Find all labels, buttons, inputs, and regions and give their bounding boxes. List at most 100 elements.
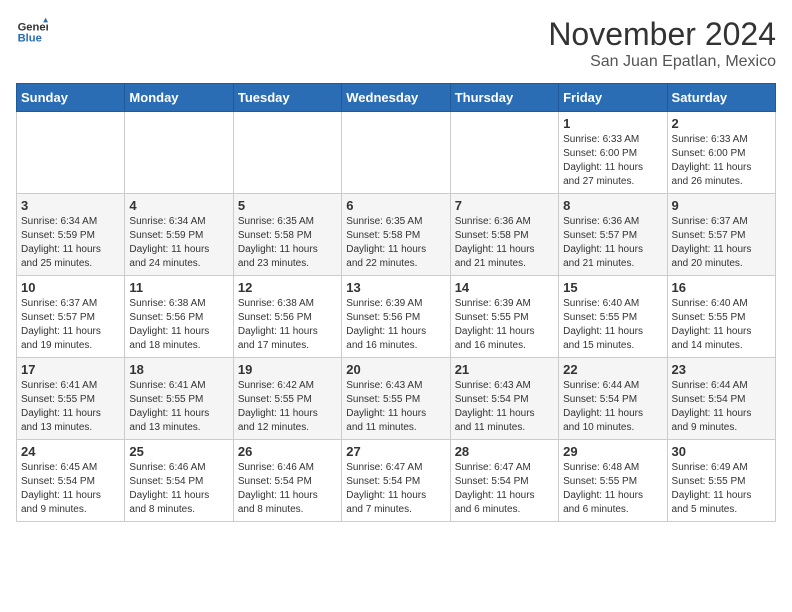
- day-info: Sunrise: 6:46 AM Sunset: 5:54 PM Dayligh…: [238, 461, 337, 517]
- day-info: Sunrise: 6:44 AM Sunset: 5:54 PM Dayligh…: [672, 379, 771, 435]
- calendar-day-cell: [17, 112, 125, 194]
- calendar-day-cell: 29 Sunrise: 6:48 AM Sunset: 5:55 PM Dayli…: [559, 440, 667, 522]
- calendar-day-cell: 21Sunrise: 6:43 AM Sunset: 5:54 PM Dayli…: [450, 358, 558, 440]
- day-number: 27: [346, 444, 445, 459]
- day-number: 25: [129, 444, 228, 459]
- day-number: 2: [672, 116, 771, 131]
- day-number: 15: [563, 280, 662, 295]
- calendar-day-cell: [233, 112, 341, 194]
- location-subtitle: San Juan Epatlan, Mexico: [548, 53, 776, 71]
- day-number: 24: [21, 444, 120, 459]
- weekday-header: Monday: [125, 84, 233, 112]
- day-info: Sunrise: 6:45 AM Sunset: 5:54 PM Dayligh…: [21, 461, 120, 517]
- calendar-day-cell: 22 Sunrise: 6:44 AM Sunset: 5:54 PM Dayli…: [559, 358, 667, 440]
- day-info: Sunrise: 6:37 AM Sunset: 5:57 PM Dayligh…: [672, 215, 771, 271]
- calendar-week-row: 17 Sunrise: 6:41 AM Sunset: 5:55 PM Dayli…: [17, 358, 776, 440]
- calendar-day-cell: 20 Sunrise: 6:43 AM Sunset: 5:55 PM Dayli…: [342, 358, 450, 440]
- calendar-day-cell: 25 Sunrise: 6:46 AM Sunset: 5:54 PM Dayli…: [125, 440, 233, 522]
- day-info: Sunrise: 6:47 AM Sunset: 5:54 PM Dayligh…: [346, 461, 445, 517]
- weekday-header: Tuesday: [233, 84, 341, 112]
- day-info: Sunrise: 6:47 AM Sunset: 5:54 PM Dayligh…: [455, 461, 554, 517]
- day-number: 14: [455, 280, 554, 295]
- day-info: Sunrise: 6:46 AM Sunset: 5:54 PM Dayligh…: [129, 461, 228, 517]
- day-info: Sunrise: 6:40 AM Sunset: 5:55 PM Dayligh…: [672, 297, 771, 353]
- day-number: 8: [563, 198, 662, 213]
- calendar-day-cell: [450, 112, 558, 194]
- day-info: Sunrise: 6:33 AM Sunset: 6:00 PM Dayligh…: [563, 133, 662, 189]
- calendar-day-cell: 1 Sunrise: 6:33 AM Sunset: 6:00 PM Daylig…: [559, 112, 667, 194]
- day-number: 1: [563, 116, 662, 131]
- calendar-day-cell: [125, 112, 233, 194]
- svg-text:General: General: [18, 21, 48, 33]
- calendar-day-cell: 11Sunrise: 6:38 AM Sunset: 5:56 PM Dayli…: [125, 276, 233, 358]
- day-number: 7: [455, 198, 554, 213]
- day-info: Sunrise: 6:36 AM Sunset: 5:58 PM Dayligh…: [455, 215, 554, 271]
- weekday-row: SundayMondayTuesdayWednesdayThursdayFrid…: [17, 84, 776, 112]
- calendar-day-cell: 3 Sunrise: 6:34 AM Sunset: 5:59 PM Daylig…: [17, 194, 125, 276]
- calendar-table: SundayMondayTuesdayWednesdayThursdayFrid…: [16, 83, 776, 522]
- day-number: 6: [346, 198, 445, 213]
- day-number: 4: [129, 198, 228, 213]
- calendar-week-row: 1 Sunrise: 6:33 AM Sunset: 6:00 PM Daylig…: [17, 112, 776, 194]
- day-number: 23: [672, 362, 771, 377]
- calendar-day-cell: 28 Sunrise: 6:47 AM Sunset: 5:54 PM Dayli…: [450, 440, 558, 522]
- calendar-day-cell: 10Sunrise: 6:37 AM Sunset: 5:57 PM Dayli…: [17, 276, 125, 358]
- day-info: Sunrise: 6:39 AM Sunset: 5:56 PM Dayligh…: [346, 297, 445, 353]
- weekday-header: Friday: [559, 84, 667, 112]
- calendar-day-cell: 14Sunrise: 6:39 AM Sunset: 5:55 PM Dayli…: [450, 276, 558, 358]
- day-info: Sunrise: 6:34 AM Sunset: 5:59 PM Dayligh…: [21, 215, 120, 271]
- day-number: 29: [563, 444, 662, 459]
- calendar-day-cell: 7 Sunrise: 6:36 AM Sunset: 5:58 PM Daylig…: [450, 194, 558, 276]
- calendar-day-cell: 5 Sunrise: 6:35 AM Sunset: 5:58 PM Daylig…: [233, 194, 341, 276]
- day-number: 17: [21, 362, 120, 377]
- title-block: November 2024 San Juan Epatlan, Mexico: [548, 16, 776, 71]
- day-number: 22: [563, 362, 662, 377]
- day-number: 3: [21, 198, 120, 213]
- day-number: 16: [672, 280, 771, 295]
- svg-text:Blue: Blue: [18, 33, 42, 45]
- calendar-day-cell: 16 Sunrise: 6:40 AM Sunset: 5:55 PM Dayli…: [667, 276, 775, 358]
- month-year-title: November 2024: [548, 16, 776, 53]
- calendar-day-cell: 24 Sunrise: 6:45 AM Sunset: 5:54 PM Dayli…: [17, 440, 125, 522]
- calendar-day-cell: 13 Sunrise: 6:39 AM Sunset: 5:56 PM Dayli…: [342, 276, 450, 358]
- calendar-week-row: 24 Sunrise: 6:45 AM Sunset: 5:54 PM Dayli…: [17, 440, 776, 522]
- day-info: Sunrise: 6:36 AM Sunset: 5:57 PM Dayligh…: [563, 215, 662, 271]
- day-number: 19: [238, 362, 337, 377]
- day-info: Sunrise: 6:41 AM Sunset: 5:55 PM Dayligh…: [129, 379, 228, 435]
- weekday-header: Wednesday: [342, 84, 450, 112]
- weekday-header: Thursday: [450, 84, 558, 112]
- calendar-day-cell: 2Sunrise: 6:33 AM Sunset: 6:00 PM Daylig…: [667, 112, 775, 194]
- calendar-day-cell: 15Sunrise: 6:40 AM Sunset: 5:55 PM Dayli…: [559, 276, 667, 358]
- calendar-week-row: 3 Sunrise: 6:34 AM Sunset: 5:59 PM Daylig…: [17, 194, 776, 276]
- day-number: 18: [129, 362, 228, 377]
- day-number: 13: [346, 280, 445, 295]
- calendar-day-cell: 18 Sunrise: 6:41 AM Sunset: 5:55 PM Dayli…: [125, 358, 233, 440]
- day-number: 26: [238, 444, 337, 459]
- weekday-header: Saturday: [667, 84, 775, 112]
- day-info: Sunrise: 6:48 AM Sunset: 5:55 PM Dayligh…: [563, 461, 662, 517]
- day-number: 12: [238, 280, 337, 295]
- calendar-day-cell: 23 Sunrise: 6:44 AM Sunset: 5:54 PM Dayli…: [667, 358, 775, 440]
- calendar-day-cell: [342, 112, 450, 194]
- day-info: Sunrise: 6:34 AM Sunset: 5:59 PM Dayligh…: [129, 215, 228, 271]
- day-info: Sunrise: 6:38 AM Sunset: 5:56 PM Dayligh…: [129, 297, 228, 353]
- calendar-day-cell: 30Sunrise: 6:49 AM Sunset: 5:55 PM Dayli…: [667, 440, 775, 522]
- day-number: 28: [455, 444, 554, 459]
- day-info: Sunrise: 6:43 AM Sunset: 5:55 PM Dayligh…: [346, 379, 445, 435]
- day-number: 5: [238, 198, 337, 213]
- day-info: Sunrise: 6:42 AM Sunset: 5:55 PM Dayligh…: [238, 379, 337, 435]
- logo-icon: General Blue: [16, 16, 48, 48]
- day-info: Sunrise: 6:41 AM Sunset: 5:55 PM Dayligh…: [21, 379, 120, 435]
- calendar-day-cell: 19 Sunrise: 6:42 AM Sunset: 5:55 PM Dayli…: [233, 358, 341, 440]
- calendar-header: SundayMondayTuesdayWednesdayThursdayFrid…: [17, 84, 776, 112]
- calendar-week-row: 10Sunrise: 6:37 AM Sunset: 5:57 PM Dayli…: [17, 276, 776, 358]
- weekday-header: Sunday: [17, 84, 125, 112]
- day-info: Sunrise: 6:35 AM Sunset: 5:58 PM Dayligh…: [238, 215, 337, 271]
- day-info: Sunrise: 6:37 AM Sunset: 5:57 PM Dayligh…: [21, 297, 120, 353]
- day-info: Sunrise: 6:38 AM Sunset: 5:56 PM Dayligh…: [238, 297, 337, 353]
- calendar-body: 1 Sunrise: 6:33 AM Sunset: 6:00 PM Daylig…: [17, 112, 776, 522]
- calendar-day-cell: 6Sunrise: 6:35 AM Sunset: 5:58 PM Daylig…: [342, 194, 450, 276]
- day-number: 20: [346, 362, 445, 377]
- day-info: Sunrise: 6:44 AM Sunset: 5:54 PM Dayligh…: [563, 379, 662, 435]
- day-info: Sunrise: 6:49 AM Sunset: 5:55 PM Dayligh…: [672, 461, 771, 517]
